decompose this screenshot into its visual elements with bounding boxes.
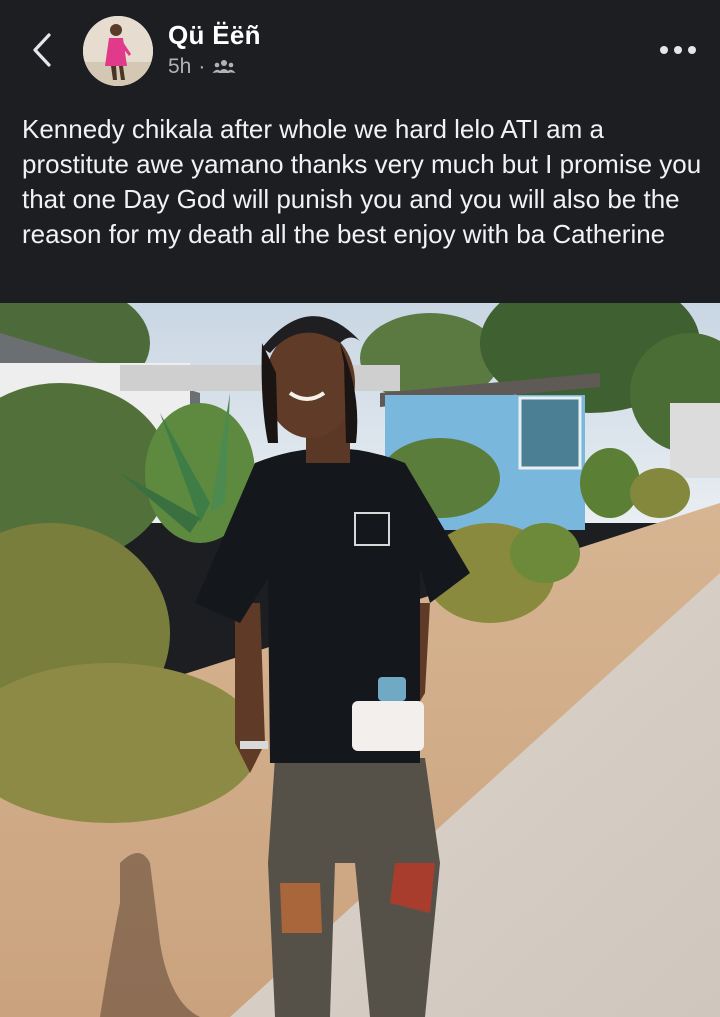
post-header: Qü Ëëñ 5h ·	[0, 0, 720, 100]
photo-image	[0, 303, 720, 1017]
post-photo[interactable]	[0, 303, 720, 1017]
author-avatar[interactable]	[83, 16, 153, 86]
back-chevron-icon	[33, 33, 51, 67]
meta-separator: ·	[198, 55, 206, 78]
post-meta: 5h ·	[168, 55, 236, 79]
friends-icon[interactable]	[212, 58, 236, 76]
post-text: Kennedy chikala after whole we hard lelo…	[22, 114, 702, 249]
more-options-button[interactable]	[652, 32, 704, 68]
author-name[interactable]: Qü Ëëñ	[168, 20, 261, 51]
more-options-icon	[660, 46, 696, 54]
post-timestamp[interactable]: 5h	[168, 55, 191, 79]
avatar-image	[83, 16, 153, 86]
back-button[interactable]	[22, 28, 62, 72]
